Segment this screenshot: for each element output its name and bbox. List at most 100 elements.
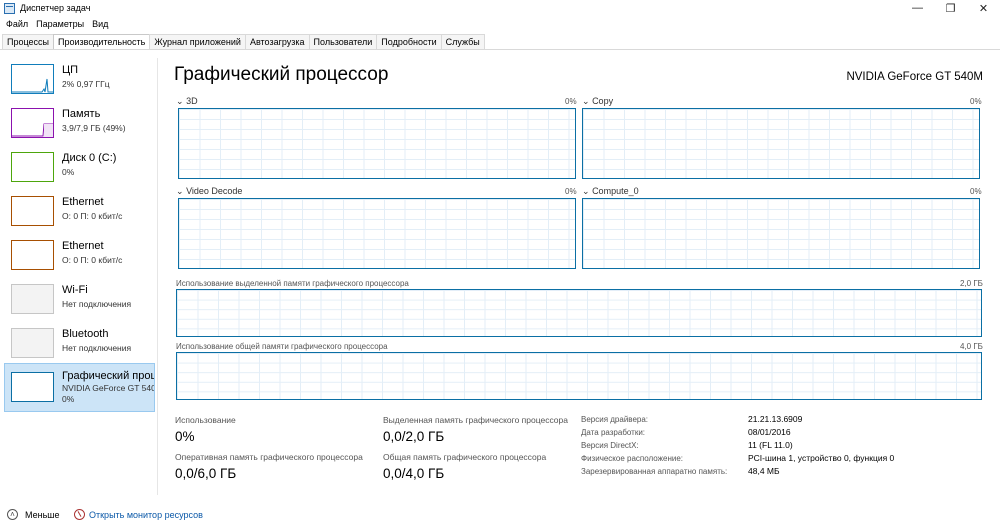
usage-label: Использование <box>175 415 236 425</box>
open-resource-monitor-link[interactable]: Открыть монитор ресурсов <box>89 510 203 520</box>
sidebar-item-label: ЦП <box>62 64 79 76</box>
driver-version-label: Версия драйвера: <box>581 415 649 424</box>
driver-version-value: 21.21.13.6909 <box>748 414 803 424</box>
close-button[interactable]: ✕ <box>967 0 1000 16</box>
resource-monitor-icon <box>74 509 85 520</box>
chevron-down-icon: ⌄ <box>582 186 590 196</box>
ethernet-thumbnail-graph <box>11 240 54 270</box>
wifi-thumbnail-graph <box>11 284 54 314</box>
sidebar-item-ethernet-2[interactable]: Ethernet О: 0 П: 0 кбит/с <box>4 236 155 276</box>
chevron-down-icon: ⌄ <box>582 96 590 106</box>
engine-graph-video-decode <box>178 198 576 269</box>
engine-label-copy[interactable]: ⌄ Copy <box>582 96 613 107</box>
directx-version-value: 11 (FL 11.0) <box>748 440 793 450</box>
tab-details[interactable]: Подробности <box>376 34 442 49</box>
sidebar-item-value: 0% <box>62 394 75 404</box>
page-title: Графический процессор <box>174 64 389 85</box>
tab-app-history[interactable]: Журнал приложений <box>149 34 246 49</box>
sidebar-item-bluetooth[interactable]: Bluetooth Нет подключения <box>4 324 155 364</box>
bottom-bar: ˄ Меньше Открыть монитор ресурсов <box>0 503 1000 525</box>
sidebar-item-detail: 0% <box>62 167 75 177</box>
sidebar-item-gpu[interactable]: Графический проц NVIDIA GeForce GT 540M … <box>4 363 155 412</box>
tab-divider <box>0 49 1000 50</box>
sidebar-item-detail: NVIDIA GeForce GT 540M <box>62 383 154 393</box>
dedicated-memory-label: Использование выделенной памяти графичес… <box>176 279 409 288</box>
title-bar: Диспетчер задач — ❐ ✕ <box>0 0 1000 16</box>
sidebar-item-label: Bluetooth <box>62 328 109 340</box>
engine-label-compute[interactable]: ⌄ Compute_0 <box>582 186 639 197</box>
shared-memory-stat-value: 0,0/4,0 ГБ <box>383 466 445 481</box>
menu-file[interactable]: Файл <box>6 19 28 29</box>
bluetooth-thumbnail-graph <box>11 328 54 358</box>
sidebar-item-detail: О: 0 П: 0 кбит/с <box>62 211 123 221</box>
engine-label-video-decode[interactable]: ⌄ Video Decode <box>176 186 242 197</box>
physical-location-label: Физическое расположение: <box>581 454 683 463</box>
gpu-model-name: NVIDIA GeForce GT 540M <box>846 71 983 83</box>
cpu-sparkline <box>12 78 53 93</box>
shared-memory-stat-label: Общая память графического процессора <box>383 452 547 462</box>
task-manager-icon <box>4 2 15 14</box>
engine-percent: 0% <box>565 187 577 196</box>
gpu-ram-label: Оперативная память графического процессо… <box>175 452 363 462</box>
sidebar-item-detail: 3,9/7,9 ГБ (49%) <box>62 123 126 133</box>
tab-services[interactable]: Службы <box>440 34 485 49</box>
resource-sidebar: ЦП 2% 0,97 ГГц Память 3,9/7,9 ГБ (49%) Д… <box>0 58 158 495</box>
sidebar-item-cpu[interactable]: ЦП 2% 0,97 ГГц <box>4 60 155 100</box>
maximize-button[interactable]: ❐ <box>934 0 967 16</box>
minimize-button[interactable]: — <box>901 0 934 16</box>
cpu-thumbnail-graph <box>11 64 54 94</box>
shared-memory-graph <box>176 352 982 400</box>
sidebar-item-label: Wi-Fi <box>62 284 88 296</box>
dedicated-memory-stat-value: 0,0/2,0 ГБ <box>383 429 445 444</box>
driver-date-value: 08/01/2016 <box>748 427 791 437</box>
sidebar-item-detail: Нет подключения <box>62 299 132 309</box>
sidebar-item-detail: О: 0 П: 0 кбит/с <box>62 255 123 265</box>
tab-users[interactable]: Пользователи <box>308 34 378 49</box>
directx-version-label: Версия DirectX: <box>581 441 639 450</box>
sidebar-item-wifi[interactable]: Wi-Fi Нет подключения <box>4 280 155 320</box>
ethernet-thumbnail-graph <box>11 196 54 226</box>
chevron-down-icon: ⌄ <box>176 96 184 106</box>
engine-name: Compute_0 <box>592 186 639 196</box>
engine-graph-3d <box>178 108 576 179</box>
sidebar-item-memory[interactable]: Память 3,9/7,9 ГБ (49%) <box>4 104 155 144</box>
shared-memory-label: Использование общей памяти графического … <box>176 342 388 351</box>
sidebar-item-disk[interactable]: Диск 0 (C:) 0% <box>4 148 155 188</box>
engine-label-3d[interactable]: ⌄ 3D <box>176 96 198 107</box>
engine-name: Video Decode <box>186 186 243 196</box>
shared-memory-max: 4,0 ГБ <box>960 342 983 351</box>
disk-thumbnail-graph <box>11 152 54 182</box>
physical-location-value: PCI-шина 1, устройство 0, функция 0 <box>748 453 895 463</box>
sidebar-item-label: Ethernet <box>62 240 104 252</box>
tab-processes[interactable]: Процессы <box>2 34 55 49</box>
chevron-down-icon: ⌄ <box>176 186 184 196</box>
memory-sparkline <box>12 123 53 137</box>
gpu-thumbnail-graph <box>11 372 54 402</box>
engine-graph-copy <box>582 108 980 179</box>
sidebar-item-label: Диск 0 (C:) <box>62 152 117 164</box>
chevron-up-icon[interactable]: ˄ <box>7 509 18 520</box>
menu-view[interactable]: Вид <box>92 19 108 29</box>
dedicated-memory-max: 2,0 ГБ <box>960 279 983 288</box>
sidebar-item-ethernet-1[interactable]: Ethernet О: 0 П: 0 кбит/с <box>4 192 155 232</box>
tab-startup[interactable]: Автозагрузка <box>244 34 310 49</box>
sidebar-item-detail: Нет подключения <box>62 343 132 353</box>
reserved-memory-label: Зарезервированная аппаратно память: <box>581 467 728 476</box>
engine-percent: 0% <box>565 97 577 106</box>
dedicated-memory-graph <box>176 289 982 337</box>
engine-graph-compute <box>582 198 980 269</box>
window-controls: — ❐ ✕ <box>901 0 1000 16</box>
window-title: Диспетчер задач <box>20 3 91 13</box>
tab-performance[interactable]: Производительность <box>53 34 151 50</box>
menu-options[interactable]: Параметры <box>36 19 84 29</box>
engine-percent: 0% <box>970 187 982 196</box>
tab-strip: Процессы Производительность Журнал прило… <box>2 34 485 50</box>
engine-percent: 0% <box>970 97 982 106</box>
fewer-details-button[interactable]: Меньше <box>25 510 60 520</box>
driver-date-label: Дата разработки: <box>581 428 646 437</box>
sidebar-item-label: Ethernet <box>62 196 104 208</box>
sidebar-item-label: Графический проц <box>62 370 154 382</box>
dedicated-memory-stat-label: Выделенная память графического процессор… <box>383 415 568 425</box>
engine-name: Copy <box>592 96 614 106</box>
sidebar-item-label: Память <box>62 108 101 120</box>
